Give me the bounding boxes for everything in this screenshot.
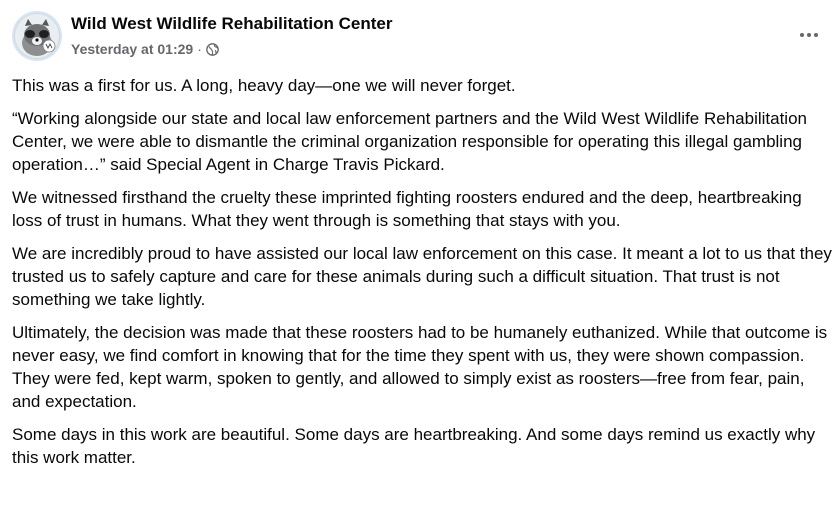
facebook-post: Wild West Wildlife Rehabilitation Center… bbox=[0, 0, 839, 508]
more-options-icon bbox=[800, 33, 804, 37]
meta-separator: · bbox=[197, 41, 202, 57]
post-paragraph: Some days in this work are beautiful. So… bbox=[12, 425, 816, 467]
page-avatar[interactable] bbox=[12, 11, 62, 61]
post-timestamp[interactable]: Yesterday at 01:29 bbox=[71, 41, 193, 57]
post-meta: Yesterday at 01:29 · bbox=[71, 41, 219, 57]
more-options-button[interactable] bbox=[793, 23, 825, 47]
post-paragraph: We witnessed firsthand the cruelty these… bbox=[12, 188, 802, 230]
raccoon-avatar-icon bbox=[14, 13, 60, 59]
post-header: Wild West Wildlife Rehabilitation Center… bbox=[12, 11, 827, 63]
post-paragraph: “Working alongside our state and local l… bbox=[12, 109, 807, 174]
page-name-link[interactable]: Wild West Wildlife Rehabilitation Center bbox=[71, 14, 392, 34]
post-paragraph: Ultimately, the decision was made that t… bbox=[12, 323, 828, 411]
post-paragraph: This was a first for us. A long, heavy d… bbox=[12, 76, 516, 95]
post-paragraph: We are incredibly proud to have assisted… bbox=[12, 244, 832, 309]
post-body: This was a first for us. A long, heavy d… bbox=[12, 74, 832, 479]
globe-icon[interactable] bbox=[206, 42, 219, 56]
